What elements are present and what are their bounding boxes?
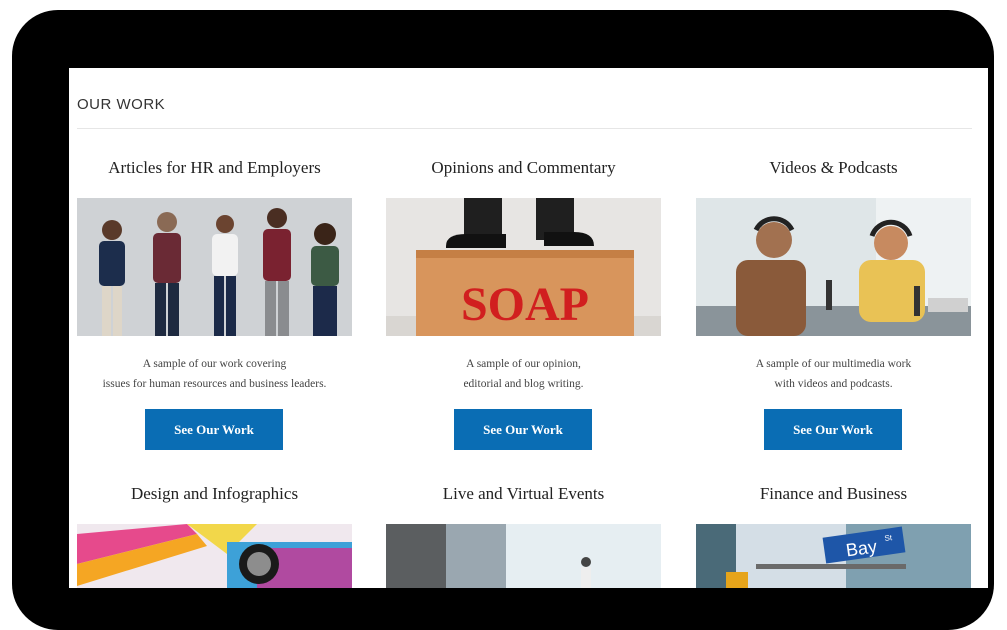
- card-title: Videos & Podcasts: [696, 157, 971, 179]
- see-our-work-button[interactable]: See Our Work: [764, 409, 902, 450]
- card-title: Finance and Business: [696, 483, 971, 505]
- card-title: Articles for HR and Employers: [77, 157, 352, 179]
- card-image-swatches[interactable]: [77, 524, 352, 588]
- soap-text: SOAP: [461, 278, 589, 331]
- desc-line: A sample of our work covering: [77, 354, 352, 374]
- card-image-podcast[interactable]: [696, 198, 971, 336]
- desc-line: editorial and blog writing.: [386, 374, 661, 394]
- device-frame: OUR WORK Articles for HR and Employers: [12, 10, 994, 630]
- card-description: A sample of our opinion, editorial and b…: [386, 354, 661, 394]
- card-image-street[interactable]: Bay St: [696, 524, 971, 588]
- street-sign-text: Bay: [845, 536, 879, 560]
- divider: [77, 128, 972, 129]
- section-title: OUR WORK: [77, 96, 165, 113]
- card-image-events[interactable]: [386, 524, 661, 588]
- card-image-soapbox[interactable]: SOAP: [386, 198, 661, 336]
- card-description: A sample of our work covering issues for…: [77, 354, 352, 394]
- see-our-work-button[interactable]: See Our Work: [454, 409, 592, 450]
- card-title: Design and Infographics: [77, 483, 352, 505]
- card-title: Live and Virtual Events: [386, 483, 661, 505]
- card-title: Opinions and Commentary: [386, 157, 661, 179]
- desc-line: issues for human resources and business …: [77, 374, 352, 394]
- desc-line: with videos and podcasts.: [696, 374, 971, 394]
- see-our-work-button[interactable]: See Our Work: [145, 409, 283, 450]
- desc-line: A sample of our multimedia work: [696, 354, 971, 374]
- card-image-team[interactable]: [77, 198, 352, 336]
- desc-line: A sample of our opinion,: [386, 354, 661, 374]
- card-description: A sample of our multimedia work with vid…: [696, 354, 971, 394]
- screen: OUR WORK Articles for HR and Employers: [69, 68, 988, 588]
